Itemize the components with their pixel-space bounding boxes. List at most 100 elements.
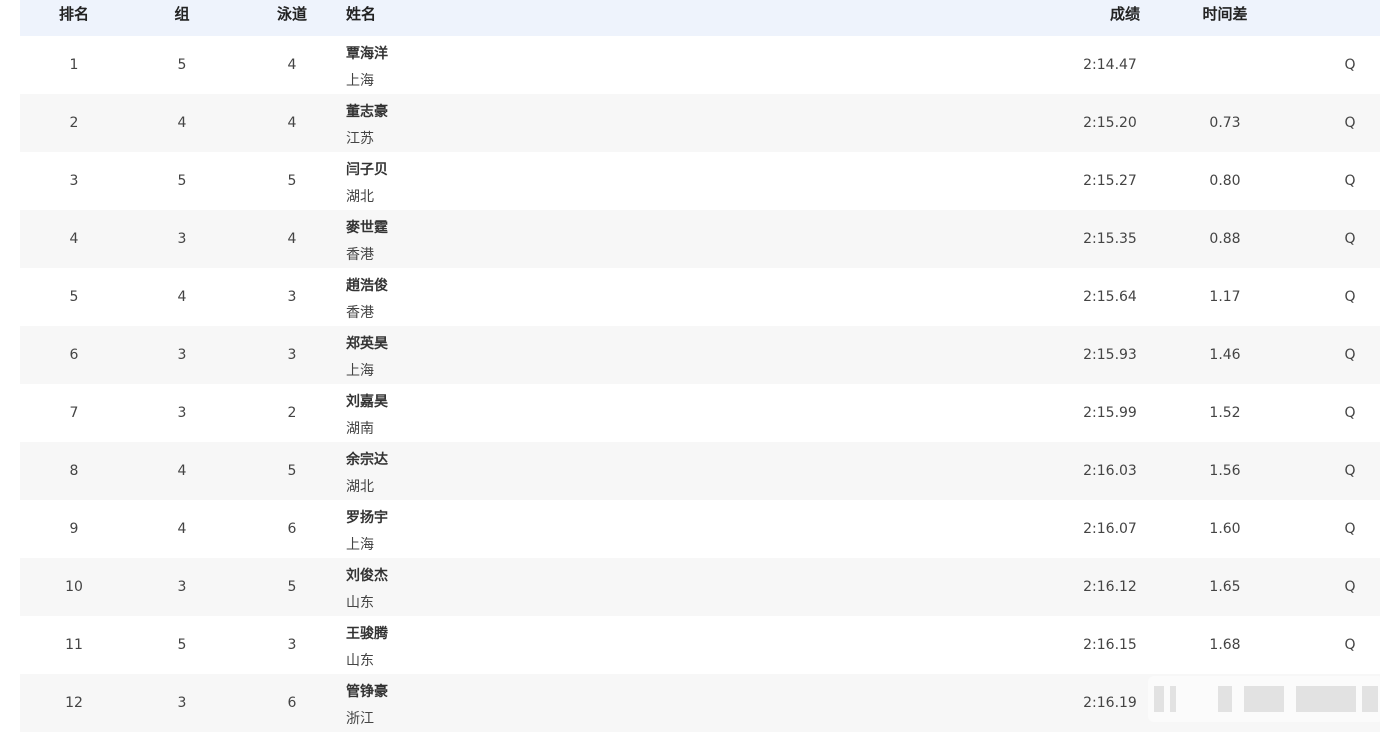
cell-result: 2:16.19	[1083, 695, 1137, 711]
cell-lane: 4	[287, 115, 297, 131]
athlete-name: 管铮豪	[346, 684, 388, 700]
cell-qualified: Q	[1344, 289, 1356, 305]
cell-qualified: Q	[1344, 57, 1356, 73]
cell-result: 2:15.20	[1083, 115, 1137, 131]
cell-diff: 0.88	[1209, 231, 1241, 247]
cell-lane: 3	[287, 637, 297, 653]
cell-heat: 4	[177, 463, 187, 479]
table-header: 排名 组 泳道 姓名 成绩 时间差	[20, 0, 1380, 36]
table-row: 9 4 6 罗扬宇 上海 2:16.07 1.60 Q	[20, 500, 1380, 558]
header-lane: 泳道	[276, 5, 307, 23]
watermark	[1148, 676, 1384, 722]
athlete-team: 山东	[346, 595, 374, 611]
athlete-name: 刘俊杰	[346, 568, 388, 584]
cell-diff: 1.60	[1209, 521, 1241, 537]
cell-heat: 5	[177, 637, 187, 653]
cell-qualified: Q	[1344, 405, 1356, 421]
athlete-name: 闫子贝	[346, 162, 388, 178]
athlete-team: 山东	[346, 653, 374, 669]
header-heat: 组	[174, 5, 190, 23]
athlete-team: 香港	[346, 305, 374, 321]
table-row: 2 4 4 董志豪江苏 2:15.20 0.73 Q	[20, 94, 1380, 152]
cell-result: 2:15.99	[1083, 405, 1137, 421]
athlete-name: 刘嘉昊	[346, 394, 388, 410]
cell-qualified: Q	[1344, 115, 1356, 131]
header-diff: 时间差	[1202, 5, 1248, 23]
table-row: 4 3 4 麥世霆 香港 2:15.35 0.88 Q	[20, 210, 1380, 268]
cell-rank: 5	[69, 289, 79, 305]
athlete-name: 余宗达	[346, 452, 388, 468]
cell-result: 2:15.27	[1083, 173, 1137, 189]
cell-result: 2:16.12	[1083, 579, 1137, 595]
athlete-team: 湖北	[346, 189, 374, 205]
athlete-name: 麥世霆	[346, 220, 388, 236]
athlete-team: 江苏	[346, 131, 374, 147]
cell-diff: 1.17	[1209, 289, 1241, 305]
cell-heat: 5	[177, 57, 187, 73]
cell-heat: 3	[177, 405, 187, 421]
header-name: 姓名	[346, 5, 377, 23]
cell-heat: 4	[177, 521, 187, 537]
cell-rank: 3	[69, 173, 79, 189]
athlete-name: 郑英昊	[346, 336, 388, 352]
cell-lane: 6	[287, 521, 297, 537]
cell-heat: 3	[177, 347, 187, 363]
cell-result: 2:16.07	[1083, 521, 1137, 537]
cell-rank: 8	[69, 463, 79, 479]
cell-diff: 1.52	[1209, 405, 1241, 421]
cell-diff: 1.65	[1209, 579, 1241, 595]
athlete-team: 香港	[346, 247, 374, 263]
table-row: 10 3 5 刘俊杰 山东 2:16.12 1.65 Q	[20, 558, 1380, 616]
cell-lane: 3	[287, 289, 297, 305]
athlete-name: 罗扬宇	[346, 510, 388, 526]
cell-lane: 5	[287, 463, 297, 479]
cell-qualified: Q	[1344, 347, 1356, 363]
athlete-name: 王骏腾	[346, 626, 388, 642]
cell-heat: 5	[177, 173, 187, 189]
cell-qualified: Q	[1344, 637, 1356, 653]
table-row: 11 5 3 王骏腾 山东 2:16.15 1.68 Q	[20, 616, 1380, 674]
cell-rank: 10	[65, 579, 83, 595]
athlete-team: 浙江	[346, 711, 374, 727]
cell-rank: 2	[69, 115, 79, 131]
cell-diff: 1.56	[1209, 463, 1241, 479]
cell-rank: 12	[65, 695, 83, 711]
cell-lane: 4	[287, 231, 297, 247]
athlete-team: 上海	[346, 73, 374, 89]
table-row: 1 5 4 覃海洋 上海 2:14.47 Q	[20, 36, 1380, 94]
table-row: 3 5 5 闫子贝 湖北 2:15.27 0.80 Q	[20, 152, 1380, 210]
cell-rank: 1	[69, 57, 79, 73]
athlete-name: 董志豪	[346, 104, 388, 120]
cell-result: 2:16.15	[1083, 637, 1137, 653]
cell-result: 2:15.35	[1083, 231, 1137, 247]
cell-diff	[1178, 36, 1272, 94]
cell-lane: 6	[287, 695, 297, 711]
cell-diff: 1.68	[1209, 637, 1241, 653]
cell-heat: 3	[177, 579, 187, 595]
cell-rank: 6	[69, 347, 79, 363]
cell-qualified: Q	[1344, 173, 1356, 189]
cell-rank: 7	[69, 405, 79, 421]
cell-lane: 5	[287, 173, 297, 189]
cell-diff: 0.73	[1209, 115, 1241, 131]
table-row: 8 4 5 余宗达 湖北 2:16.03 1.56 Q	[20, 442, 1380, 500]
athlete-team: 上海	[346, 363, 374, 379]
results-table: 排名 组 泳道 姓名 成绩 时间差 1 5 4 覃海洋 上海 2:14.47 Q 2 4 4 董志豪…	[20, 0, 1380, 732]
header-rank: 排名	[58, 5, 89, 23]
table-body: 1 5 4 覃海洋 上海 2:14.47 Q 2 4 4 董志豪 江苏 2:15.20 0.73 Q 3 5 5 闫…	[20, 36, 1380, 732]
cell-heat: 4	[177, 115, 187, 131]
cell-result: 2:15.93	[1083, 347, 1137, 363]
cell-result: 2:15.64	[1083, 289, 1137, 305]
athlete-team: 湖北	[346, 479, 374, 495]
cell-qualified: Q	[1344, 521, 1356, 537]
table-row: 7 3 2 刘嘉昊 湖南 2:15.99 1.52 Q	[20, 384, 1380, 442]
athlete-name: 覃海洋	[346, 46, 388, 62]
athlete-team: 上海	[346, 537, 374, 553]
athlete-name: 趙浩俊	[346, 278, 388, 294]
cell-heat: 4	[177, 289, 187, 305]
header-result: 成绩	[1109, 5, 1140, 23]
cell-heat: 3	[177, 695, 187, 711]
cell-diff: 1.46	[1209, 347, 1241, 363]
cell-lane: 4	[287, 57, 297, 73]
cell-rank: 4	[69, 231, 79, 247]
